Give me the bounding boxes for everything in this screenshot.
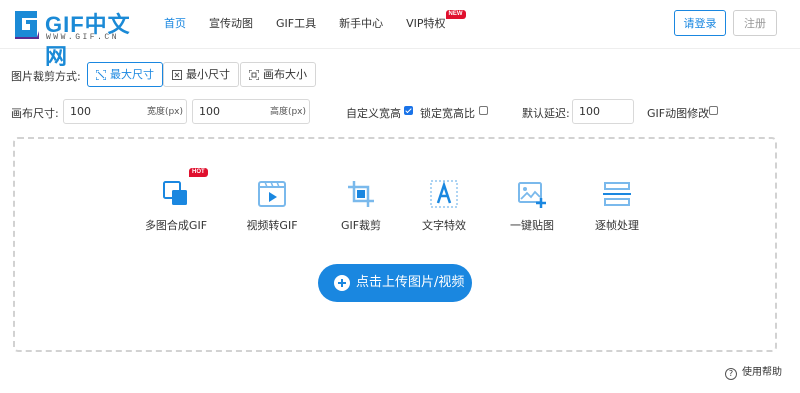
frames-icon bbox=[603, 182, 631, 206]
login-button[interactable]: 请登录 bbox=[674, 10, 726, 36]
delay-input[interactable]: 100 bbox=[572, 99, 634, 124]
upload-drop-area[interactable]: 多图合成GIF HOT 视频转GIF GIF裁剪 文字特效 一键贴图 逐帧处理 … bbox=[13, 137, 777, 352]
logo-subtitle: WWW.GIF.CN bbox=[46, 33, 120, 42]
register-button[interactable]: 注册 bbox=[733, 10, 777, 36]
tool-frame-by-frame-label: 逐帧处理 bbox=[595, 219, 639, 232]
nav-vip-label: VIP特权 bbox=[406, 17, 446, 30]
logo[interactable]: GIF中文网 WWW.GIF.CN bbox=[13, 7, 138, 69]
width-input[interactable]: 100 宽度(px) bbox=[63, 99, 187, 124]
hot-badge: HOT bbox=[189, 168, 208, 177]
tool-frame-by-frame[interactable]: 逐帧处理 bbox=[572, 179, 662, 233]
lock-ratio-label: 锁定宽高比 bbox=[420, 107, 475, 120]
width-unit: 宽度(px) bbox=[146, 107, 183, 117]
help-label: 使用帮助 bbox=[742, 367, 782, 378]
custom-size-label: 自定义宽高 bbox=[346, 107, 401, 120]
multi-image-icon bbox=[163, 181, 187, 205]
plus-circle-icon bbox=[334, 275, 350, 291]
text-icon bbox=[430, 180, 458, 208]
canvas-frame-icon bbox=[249, 70, 259, 80]
nav-vip[interactable]: VIP特权 NEW bbox=[406, 0, 466, 48]
crop-mode-label: 图片裁剪方式: bbox=[11, 70, 81, 83]
width-value: 100 bbox=[70, 105, 91, 118]
tool-gif-crop-label: GIF裁剪 bbox=[340, 219, 382, 232]
canvas-size-row: 画布尺寸: 100 宽度(px) 100 高度(px) 自定义宽高 锁定宽高比 … bbox=[11, 99, 800, 125]
image-add-icon bbox=[518, 182, 546, 208]
crop-min-size-label: 最小尺寸 bbox=[186, 68, 230, 81]
new-badge: NEW bbox=[445, 10, 466, 19]
header: GIF中文网 WWW.GIF.CN 首页 宣传动图 GIF工具 新手中心 VIP… bbox=[0, 0, 800, 69]
crop-canvas-size-button[interactable]: 画布大小 bbox=[240, 62, 316, 87]
canvas-size-label: 画布尺寸: bbox=[11, 107, 59, 120]
gif-edit-checkbox[interactable] bbox=[709, 106, 718, 115]
shrink-icon bbox=[172, 70, 182, 80]
nav-beginner-center[interactable]: 新手中心 bbox=[339, 0, 383, 48]
tool-gif-crop[interactable]: GIF裁剪 bbox=[316, 179, 406, 233]
main-nav: 首页 宣传动图 GIF工具 新手中心 VIP特权 NEW bbox=[164, 0, 469, 48]
tool-text-effects-label: 文字特效 bbox=[422, 219, 466, 232]
question-icon: ? bbox=[725, 368, 737, 380]
custom-size-checkbox[interactable] bbox=[404, 106, 413, 115]
help-link[interactable]: ? 使用帮助 bbox=[725, 363, 782, 380]
logo-icon bbox=[15, 11, 39, 39]
tool-multi-image-gif[interactable]: 多图合成GIF bbox=[131, 179, 221, 233]
tool-video-to-gif[interactable]: 视频转GIF bbox=[227, 179, 317, 233]
video-icon bbox=[258, 181, 286, 207]
height-value: 100 bbox=[199, 105, 220, 118]
delay-value: 100 bbox=[579, 105, 600, 118]
upload-button[interactable]: 点击上传图片/视频 bbox=[318, 264, 472, 302]
upload-button-label: 点击上传图片/视频 bbox=[356, 275, 465, 290]
expand-icon bbox=[96, 70, 106, 80]
default-delay-label: 默认延迟: bbox=[522, 107, 570, 120]
crop-canvas-size-label: 画布大小 bbox=[263, 68, 307, 81]
crop-icon bbox=[348, 181, 374, 207]
nav-gif-tools[interactable]: GIF工具 bbox=[276, 0, 316, 48]
height-input[interactable]: 100 高度(px) bbox=[192, 99, 310, 124]
crop-max-size-button[interactable]: 最大尺寸 bbox=[87, 62, 163, 87]
height-unit: 高度(px) bbox=[269, 107, 306, 117]
tool-multi-image-gif-label: 多图合成GIF bbox=[144, 219, 208, 232]
nav-home[interactable]: 首页 bbox=[164, 0, 186, 48]
crop-mode-row: 图片裁剪方式: 最大尺寸 最小尺寸 画布大小 bbox=[11, 62, 800, 88]
crop-min-size-button[interactable]: 最小尺寸 bbox=[163, 62, 239, 87]
tool-video-to-gif-label: 视频转GIF bbox=[246, 219, 298, 232]
nav-promo-gif[interactable]: 宣传动图 bbox=[209, 0, 253, 48]
lock-ratio-checkbox[interactable] bbox=[479, 106, 488, 115]
crop-max-size-label: 最大尺寸 bbox=[110, 68, 154, 81]
gif-edit-label: GIF动图修改 bbox=[647, 107, 710, 120]
tool-one-click-sticker-label: 一键贴图 bbox=[510, 219, 554, 232]
tool-text-effects[interactable]: 文字特效 bbox=[399, 179, 489, 233]
tool-one-click-sticker[interactable]: 一键贴图 bbox=[487, 179, 577, 233]
